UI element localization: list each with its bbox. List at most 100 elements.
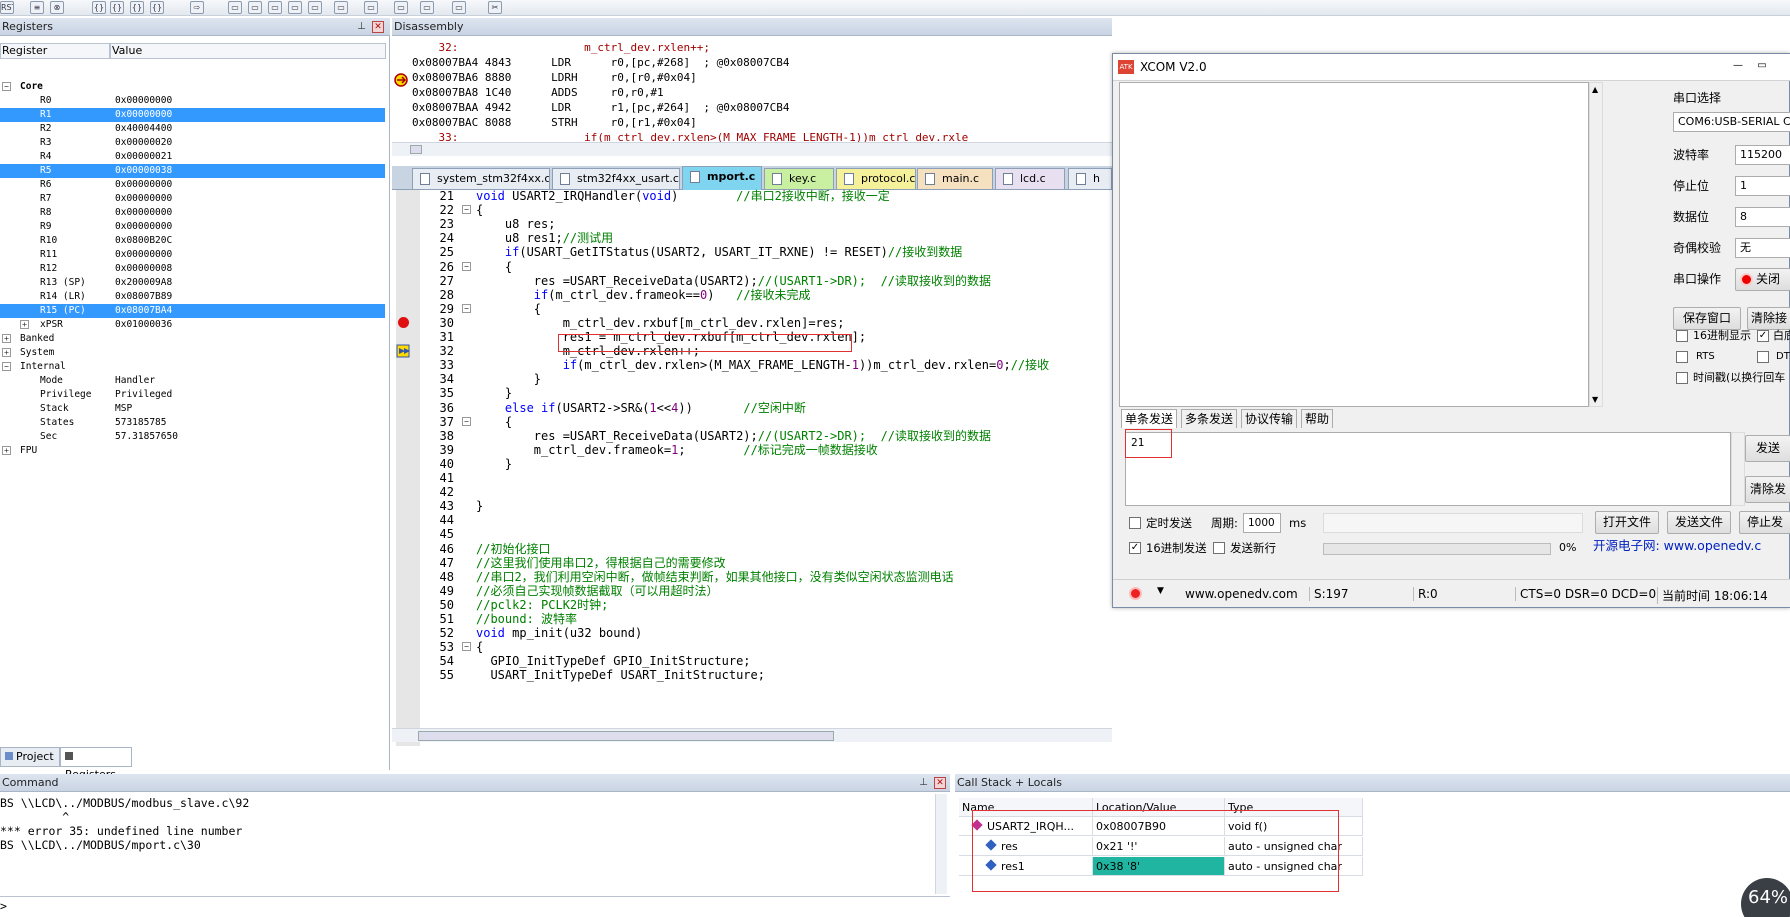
register-row[interactable]: R0 0x00000000 [0, 94, 385, 108]
value-column-header[interactable]: Value [110, 43, 386, 59]
data-bits-select[interactable]: 8 [1735, 207, 1790, 227]
timed-send-checkbox[interactable] [1129, 517, 1141, 529]
file-tab[interactable]: key.c [764, 168, 834, 189]
scroll-up-icon[interactable]: ▲ [1592, 85, 1598, 94]
toolbar-button-icon[interactable]: {} [150, 1, 164, 14]
send-vscrollbar[interactable] [1731, 432, 1745, 506]
register-value[interactable]: Privileged [115, 388, 172, 402]
register-value[interactable]: 57.31857650 [115, 430, 178, 444]
breakpoint-icon[interactable] [398, 316, 409, 328]
white-bg-checkbox[interactable]: ✓ [1757, 330, 1769, 342]
send-button[interactable]: 发送 [1745, 435, 1790, 462]
file-tab[interactable]: protocol.c [836, 168, 916, 189]
toolbar-button-icon[interactable]: ▭ [248, 1, 262, 14]
register-row[interactable]: R6 0x00000000 [0, 178, 385, 192]
register-value[interactable]: 0x00000000 [115, 108, 172, 122]
stop-bits-select[interactable]: 1 [1735, 176, 1790, 196]
register-row[interactable]: − Core [0, 80, 385, 94]
fold-toggle-icon[interactable]: − [462, 261, 471, 271]
register-value[interactable]: 0x00000000 [115, 192, 172, 206]
rts-checkbox[interactable] [1676, 351, 1688, 363]
baud-select[interactable]: 115200 [1735, 145, 1790, 165]
toolbar-button-icon[interactable]: ⊗ [50, 1, 64, 14]
disassembly-line[interactable]: 0x08007BA4 4843 LDR r0,[pc,#268] ; @0x08… [412, 55, 790, 70]
editor-scroll-thumb[interactable] [418, 731, 834, 741]
dtr-checkbox[interactable] [1757, 351, 1769, 363]
file-tab[interactable]: stm32f4xx_usart.c [552, 168, 680, 189]
register-row[interactable]: + FPU [0, 444, 385, 458]
register-value[interactable]: MSP [115, 402, 132, 416]
disassembly-line[interactable]: 0x08007BAC 8088 STRH r0,[r1,#0x04] [412, 115, 697, 130]
toolbar-button-icon[interactable]: ≡ [30, 1, 44, 14]
clear-send-button[interactable]: 清除发 [1745, 476, 1790, 503]
tab-single-send[interactable]: 单条发送 [1121, 409, 1178, 428]
toolbar-button-icon[interactable]: ▭ [228, 1, 242, 14]
hex-display-checkbox[interactable] [1676, 330, 1688, 342]
tree-expander-icon[interactable]: + [2, 348, 11, 357]
register-value[interactable]: 0x01000036 [115, 318, 172, 332]
file-tab[interactable]: system_stm32f4xx.c [412, 168, 550, 189]
status-url[interactable]: www.openedv.com [1185, 587, 1298, 601]
register-row[interactable]: + System [0, 346, 385, 360]
register-row[interactable]: R4 0x00000021 [0, 150, 385, 164]
receive-vscrollbar[interactable]: ▲ ▼ [1589, 82, 1603, 407]
stop-send-button[interactable]: 停止发 [1739, 511, 1790, 534]
fold-toggle-icon[interactable]: − [462, 205, 471, 215]
register-value[interactable]: 0x00000000 [115, 206, 172, 220]
send-input[interactable]: 21 [1125, 432, 1731, 506]
register-value[interactable]: 0x00000008 [115, 262, 172, 276]
toolbar-button-icon[interactable]: {} [92, 1, 106, 14]
toolbar-button-icon[interactable]: {} [110, 1, 124, 14]
register-row[interactable]: Sec 57.31857650 [0, 430, 385, 444]
register-row[interactable]: Privilege Privileged [0, 388, 385, 402]
toolbar-button-icon[interactable]: ▭ [394, 1, 408, 14]
register-value[interactable]: Handler [115, 374, 155, 388]
register-value[interactable]: 0x200009A8 [115, 276, 172, 290]
register-row[interactable]: R3 0x00000020 [0, 136, 385, 150]
register-value[interactable]: 0x08007B89 [115, 290, 172, 304]
editor-hscrollbar[interactable] [392, 728, 1112, 742]
minimize-icon[interactable]: — [1731, 60, 1745, 72]
period-input[interactable]: 1000 [1243, 513, 1281, 533]
register-row[interactable]: R2 0x40004400 [0, 122, 385, 136]
register-row[interactable]: States 573185785 [0, 416, 385, 430]
register-value[interactable]: 0x00000020 [115, 136, 172, 150]
file-tab[interactable]: main.c [917, 168, 993, 189]
newline-checkbox[interactable] [1213, 542, 1225, 554]
tree-expander-icon[interactable]: − [2, 82, 11, 91]
register-value[interactable]: 0x00000000 [115, 178, 172, 192]
toolbar-button-icon[interactable]: RST [0, 1, 14, 14]
register-row[interactable]: Mode Handler [0, 374, 385, 388]
tree-expander-icon[interactable]: + [2, 446, 11, 455]
send-file-button[interactable]: 发送文件 [1667, 511, 1731, 534]
tree-expander-icon[interactable]: + [2, 334, 11, 343]
register-row[interactable]: R7 0x00000000 [0, 192, 385, 206]
close-icon[interactable]: ✕ [372, 21, 384, 33]
register-row[interactable]: R15 (PC) 0x08007BA4 [0, 304, 385, 318]
register-row[interactable]: R9 0x00000000 [0, 220, 385, 234]
tab-registers[interactable]: Registers [60, 747, 132, 781]
register-value[interactable]: 0x0800B20C [115, 234, 172, 248]
close-port-button[interactable]: 关闭 [1735, 268, 1790, 291]
timestamp-checkbox[interactable] [1676, 372, 1688, 384]
file-tab[interactable]: h [1068, 168, 1112, 189]
register-value[interactable]: 0x00000000 [115, 220, 172, 234]
clear-receive-button[interactable]: 清除接 [1747, 307, 1790, 330]
toolbar-button-icon[interactable]: ▭ [452, 1, 466, 14]
port-select[interactable]: COM6:USB-SERIAL CH3 [1673, 112, 1790, 132]
pin-icon[interactable]: ⊥ [356, 21, 367, 32]
hex-send-checkbox[interactable]: ✓ [1129, 542, 1141, 554]
file-tab[interactable]: lcd.c [995, 168, 1065, 189]
tree-expander-icon[interactable]: + [20, 320, 29, 329]
command-input[interactable]: > [0, 896, 950, 914]
register-row[interactable]: − Internal [0, 360, 385, 374]
file-tab[interactable]: mport.c [682, 166, 762, 190]
register-row[interactable]: R14 (LR) 0x08007B89 [0, 290, 385, 304]
tab-help[interactable]: 帮助 [1301, 409, 1334, 428]
register-value[interactable]: 0x08007BA4 [115, 304, 172, 318]
receive-area[interactable] [1119, 82, 1589, 407]
register-value[interactable]: 0x00000000 [115, 94, 172, 108]
pin-icon[interactable]: ⊥ [918, 777, 929, 788]
register-row[interactable]: R5 0x00000038 [0, 164, 385, 178]
register-value[interactable]: 0x00000038 [115, 164, 172, 178]
